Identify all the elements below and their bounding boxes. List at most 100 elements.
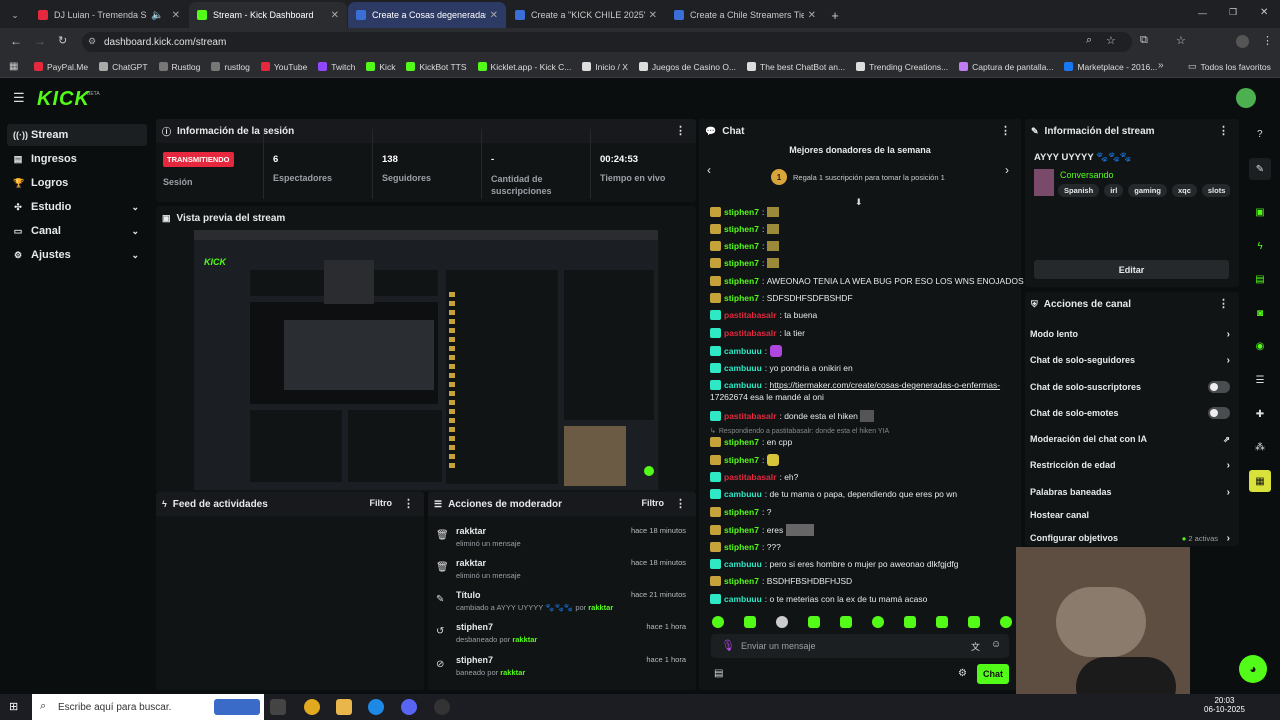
more-icon[interactable]: ⋮: [1000, 124, 1011, 137]
new-tab-icon[interactable]: +: [825, 2, 845, 28]
broadcast-icon[interactable]: ◉: [1249, 335, 1271, 357]
file-explorer-icon[interactable]: [336, 699, 352, 715]
bookmark[interactable]: The best ChatBot an...: [747, 62, 845, 72]
chevron-left-icon[interactable]: ‹: [707, 163, 711, 177]
chat-link[interactable]: https://tiermaker.com/create/cosas-degen…: [770, 380, 1001, 390]
browser-tab-active[interactable]: Stream - Kick Dashboard ✕: [189, 2, 347, 28]
support-chat-icon[interactable]: ◕: [1239, 655, 1267, 683]
tag[interactable]: xqc: [1171, 184, 1197, 197]
emoji-icon[interactable]: ☺: [991, 639, 1001, 650]
action-banned-words[interactable]: Palabras baneadas ›: [1030, 487, 1230, 498]
gift-icon[interactable]: ▤: [714, 668, 723, 679]
emotes-only-toggle[interactable]: [1208, 407, 1230, 419]
emote-icon[interactable]: [712, 616, 724, 628]
apps-icon[interactable]: ▦: [9, 61, 18, 72]
back-icon[interactable]: ←: [10, 34, 22, 48]
chrome-icon[interactable]: [304, 699, 320, 715]
sidebar-item-canal[interactable]: ▭ Canal ⌄: [7, 220, 147, 242]
emote-icon[interactable]: [840, 616, 852, 628]
close-icon[interactable]: ✕: [649, 10, 657, 21]
profile-avatar[interactable]: [1236, 35, 1249, 48]
bookmark[interactable]: ChatGPT: [99, 62, 148, 72]
bookmark[interactable]: rustlog: [211, 62, 250, 72]
category-name[interactable]: Conversando: [1060, 170, 1114, 180]
sidebar-item-stream[interactable]: ((·)) Stream: [7, 124, 147, 146]
clock[interactable]: 20:03 06-10-2025: [1204, 696, 1245, 714]
clipboard-icon[interactable]: ▤: [1249, 268, 1271, 290]
browser-tab[interactable]: Create a Chile Streamers Tier Li...✕: [666, 2, 824, 28]
tag[interactable]: slots: [1201, 184, 1230, 197]
chat-bubble-icon[interactable]: ◙: [1249, 302, 1271, 324]
browser-tab[interactable]: Create a "KICK CHILE 2025" Tier...✕: [507, 2, 665, 28]
wrench-icon[interactable]: ✚: [1249, 403, 1271, 425]
close-icon[interactable]: ✕: [172, 10, 180, 21]
emote-icon[interactable]: [872, 616, 884, 628]
edge-icon[interactable]: [368, 699, 384, 715]
camera-icon[interactable]: ▣: [1249, 201, 1271, 223]
reload-icon[interactable]: ↻: [58, 34, 67, 47]
bookmark[interactable]: Marketplace - 2016...: [1064, 62, 1157, 72]
bookmark[interactable]: Kick: [366, 62, 395, 72]
emote-icon[interactable]: [1000, 616, 1012, 628]
emote-icon[interactable]: [968, 616, 980, 628]
windows-start-icon[interactable]: ⊞: [9, 700, 18, 713]
edit-rail-icon[interactable]: ✎: [1249, 158, 1271, 180]
user-avatar[interactable]: [1236, 88, 1256, 108]
sidebar-item-ajustes[interactable]: ⚙ Ajustes ⌄: [7, 244, 147, 266]
bookmark-star-icon[interactable]: ☆: [1106, 34, 1116, 47]
action-age-restriction[interactable]: Restricción de edad ›: [1030, 460, 1230, 471]
more-icon[interactable]: ⋮: [1218, 124, 1229, 137]
bookmark[interactable]: Trending Creations...: [856, 62, 948, 72]
close-icon[interactable]: ✕: [490, 10, 498, 21]
bookmark[interactable]: Inicio / X: [582, 62, 628, 72]
bookmark[interactable]: Kicklet.app - Kick C...: [477, 62, 571, 72]
bookmark[interactable]: YouTube: [260, 62, 307, 72]
forward-icon[interactable]: →: [34, 34, 46, 48]
bookmark[interactable]: KickBot TTS: [406, 62, 467, 72]
filter-button[interactable]: Filtro: [370, 498, 393, 508]
sidebar-item-logros[interactable]: 🏆 Logros: [7, 172, 147, 194]
action-host-channel[interactable]: Hostear canal: [1030, 510, 1230, 520]
subs-only-toggle[interactable]: [1208, 381, 1230, 393]
menu-icon[interactable]: ⋮: [1262, 34, 1273, 47]
tag[interactable]: gaming: [1128, 184, 1167, 197]
close-icon[interactable]: ✕: [331, 10, 339, 21]
action-goals[interactable]: Configurar objetivos ● 2 activas ›: [1030, 533, 1230, 544]
action-ai-moderation[interactable]: Moderación del chat con IA ⇗: [1030, 434, 1230, 444]
sidebar-item-estudio[interactable]: ✣ Estudio ⌄: [7, 196, 147, 218]
site-info-icon[interactable]: ⚙: [88, 36, 96, 47]
tag[interactable]: Spanish: [1058, 184, 1100, 197]
send-chat-button[interactable]: Chat: [977, 664, 1009, 684]
url-field[interactable]: ⚙ dashboard.kick.com/stream: [82, 32, 1132, 52]
tab-search-icon[interactable]: ⌄: [0, 2, 30, 28]
stream-preview-video[interactable]: KICK: [194, 230, 658, 490]
extensions-icon[interactable]: ⧉: [1140, 34, 1148, 47]
chevron-right-icon[interactable]: ›: [1005, 163, 1009, 177]
chat-input[interactable]: 🎙 Enviar un mensaje 文 ☺: [711, 634, 1009, 658]
emote-icon[interactable]: [808, 616, 820, 628]
translate-icon[interactable]: 文: [971, 640, 980, 653]
more-icon[interactable]: ⋮: [675, 497, 686, 510]
emote-icon[interactable]: [744, 616, 756, 628]
calculator-icon[interactable]: ▦: [1249, 470, 1271, 492]
action-followers-only[interactable]: Chat de solo-seguidores ›: [1030, 355, 1230, 366]
more-icon[interactable]: ⋮: [403, 497, 414, 510]
bookmark[interactable]: Juegos de Casino O...: [638, 62, 736, 72]
more-icon[interactable]: ⋮: [675, 124, 686, 137]
bookmark[interactable]: PayPal.Me: [34, 62, 88, 72]
chevron-right-icon[interactable]: »: [1158, 60, 1164, 71]
bookmark[interactable]: Captura de pantalla...: [959, 62, 1053, 72]
layers-icon[interactable]: ☰: [1249, 369, 1271, 391]
sidebar-item-ingresos[interactable]: ▤ Ingresos: [7, 148, 147, 170]
kick-logo[interactable]: KICK: [37, 88, 90, 111]
close-window-icon[interactable]: ✕: [1260, 7, 1268, 18]
gear-icon[interactable]: ⚙: [958, 668, 967, 679]
discord-icon[interactable]: [401, 699, 417, 715]
bolt-icon[interactable]: ϟ: [1249, 235, 1271, 257]
bookmark[interactable]: Twitch: [318, 62, 355, 72]
task-view-icon[interactable]: [270, 699, 286, 715]
edit-button[interactable]: Editar: [1034, 260, 1229, 279]
bookmark[interactable]: Rustlog: [158, 62, 200, 72]
browser-tab[interactable]: Create a Cosas degeneradas o...✕: [348, 2, 506, 28]
speaker-icon[interactable]: 🔈: [151, 10, 163, 21]
